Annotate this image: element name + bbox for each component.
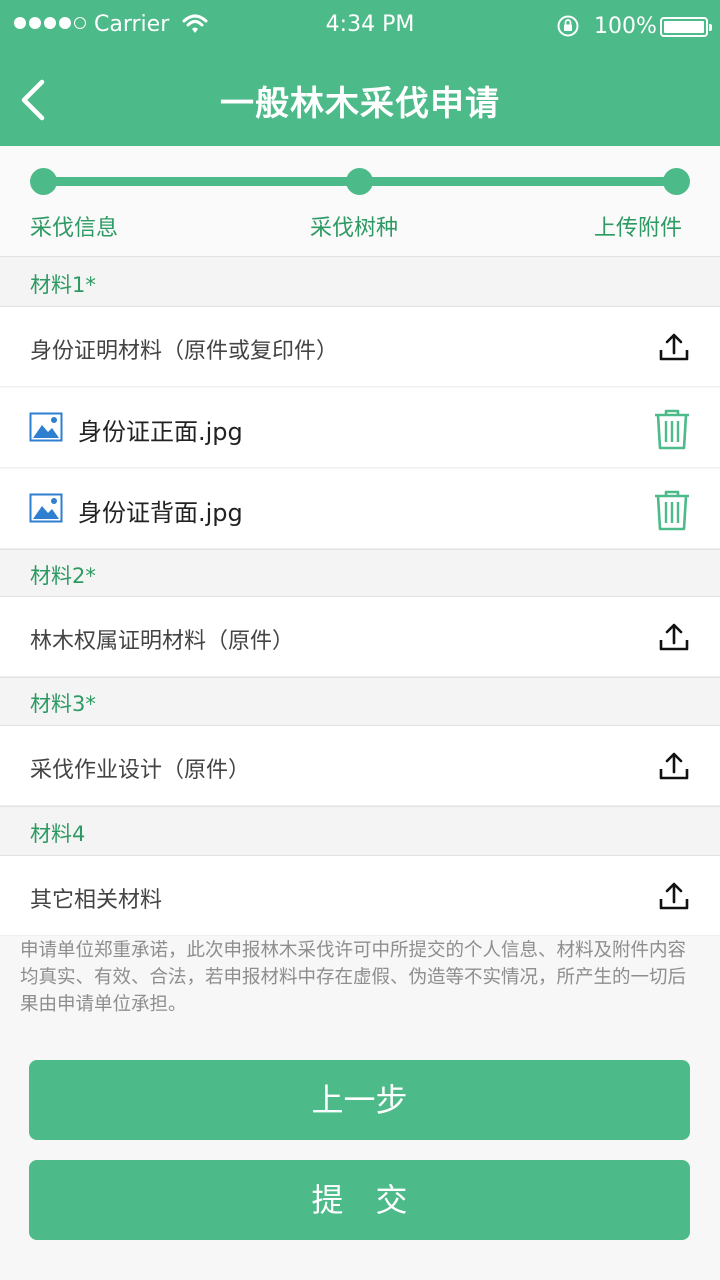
battery-icon xyxy=(660,17,712,37)
upload-icon[interactable] xyxy=(656,619,692,655)
section-title: 材料2* xyxy=(30,564,96,588)
step-label-1: 采伐信息 xyxy=(30,216,119,241)
material-item-row: 其它相关材料 xyxy=(0,856,720,936)
material-item-label: 采伐作业设计（原件） xyxy=(30,758,251,783)
upload-icon[interactable] xyxy=(656,748,692,784)
material-item-label: 身份证明材料（原件或复印件） xyxy=(30,339,339,364)
section-title: 材料4 xyxy=(30,822,86,846)
submit-button[interactable]: 提 交 xyxy=(29,1160,690,1240)
file-name: 身份证背面.jpg xyxy=(78,499,243,527)
file-name: 身份证正面.jpg xyxy=(78,418,243,446)
section-header-material-1: 材料1* xyxy=(0,256,720,307)
step-node-1 xyxy=(30,168,57,195)
previous-step-button[interactable]: 上一步 xyxy=(29,1060,690,1140)
step-node-3 xyxy=(663,168,690,195)
section-header-material-4: 材料4 xyxy=(0,806,720,856)
status-bar: Carrier 4:34 PM 100% xyxy=(0,0,720,52)
upload-icon[interactable] xyxy=(656,329,692,365)
material-item-label: 其它相关材料 xyxy=(30,888,163,913)
rotation-lock-icon xyxy=(557,15,579,37)
material-item-row: 身份证明材料（原件或复印件） xyxy=(0,307,720,387)
step-label-2: 采伐树种 xyxy=(310,216,399,241)
section-header-material-2: 材料2* xyxy=(0,549,720,597)
material-item-label: 林木权属证明材料（原件） xyxy=(30,629,295,654)
navigation-bar: Carrier 4:34 PM 100% 一般林木采伐申请 xyxy=(0,0,720,146)
file-row: 身份证背面.jpg xyxy=(0,469,720,549)
trash-icon[interactable] xyxy=(653,408,691,450)
material-item-row: 林木权属证明材料（原件） xyxy=(0,597,720,677)
battery-percentage: 100% xyxy=(594,14,657,39)
image-file-icon xyxy=(29,493,63,523)
progress-stepper: 采伐信息 采伐树种 上传附件 xyxy=(0,146,720,256)
commitment-notice: 申请单位郑重承诺，此次申报林木采伐许可中所提交的个人信息、材料及附件内容均真实、… xyxy=(20,940,687,1015)
trash-icon[interactable] xyxy=(653,489,691,531)
section-title: 材料3* xyxy=(30,692,96,716)
step-label-3: 上传附件 xyxy=(594,216,683,241)
image-file-icon xyxy=(29,412,63,442)
material-item-row: 采伐作业设计（原件） xyxy=(0,726,720,806)
upload-icon[interactable] xyxy=(656,878,692,914)
section-header-material-3: 材料3* xyxy=(0,677,720,726)
file-row: 身份证正面.jpg xyxy=(0,388,720,468)
section-title: 材料1* xyxy=(30,273,96,297)
step-node-2 xyxy=(346,168,373,195)
page-title: 一般林木采伐申请 xyxy=(220,84,500,124)
